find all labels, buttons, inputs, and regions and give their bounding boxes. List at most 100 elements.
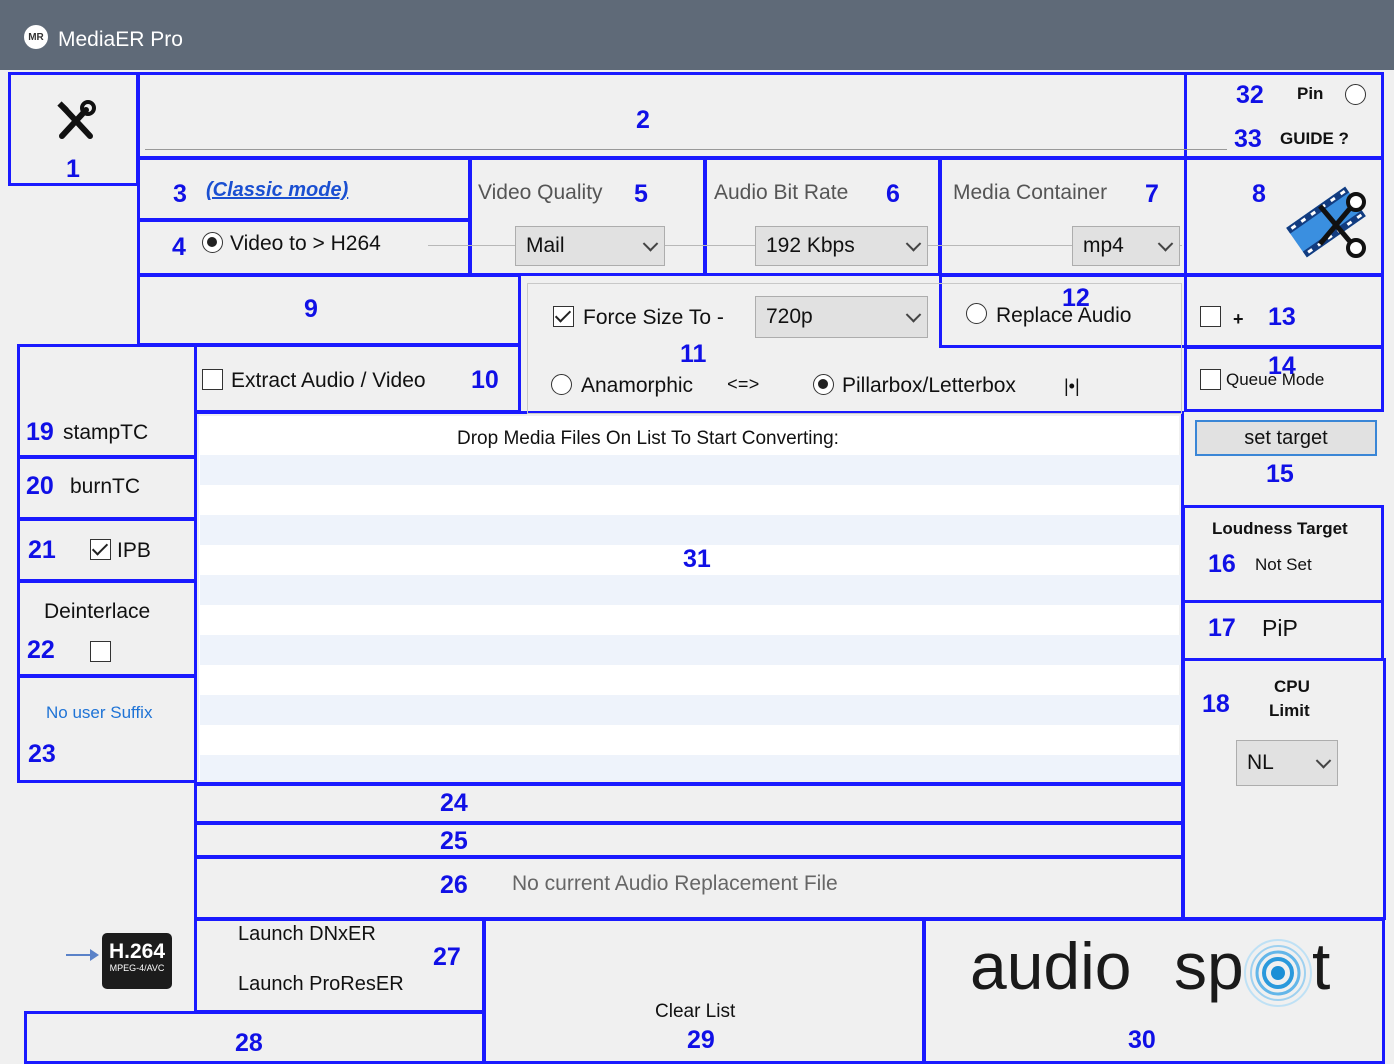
marker-7: 7 [1145, 180, 1159, 208]
force-size-select[interactable]: 720p [755, 296, 928, 338]
marker-22: 22 [27, 636, 55, 664]
loudness-value[interactable]: Not Set [1255, 556, 1312, 573]
box-25 [194, 822, 1184, 858]
window-title: MediaER Pro [58, 28, 183, 51]
marker-28: 28 [235, 1029, 263, 1057]
replace-audio-radio[interactable] [966, 303, 987, 324]
tools-icon[interactable] [54, 100, 98, 144]
launch-dnxer-button[interactable]: Launch DNxER [238, 924, 376, 944]
extract-label: Extract Audio / Video [231, 369, 426, 392]
list-stripe [200, 755, 1180, 780]
brand-text-2: sp [1174, 929, 1244, 1003]
video-quality-select[interactable]: Mail [515, 226, 665, 266]
marker-8: 8 [1252, 180, 1266, 208]
list-header: Drop Media Files On List To Start Conver… [457, 428, 839, 449]
marker-5: 5 [634, 180, 648, 208]
set-target-label: set target [1244, 426, 1328, 449]
launch-proreser-button[interactable]: Launch ProResER [238, 974, 404, 994]
h264-badge: H.264 MPEG-4/AVC [66, 933, 174, 989]
pin-label: Pin [1297, 84, 1324, 103]
extract-checkbox[interactable] [202, 369, 223, 390]
audio-spot-logo: audio sp t [930, 925, 1380, 1025]
brand-text-3: t [1312, 929, 1331, 1003]
pip-option[interactable]: PiP [1262, 617, 1298, 640]
cpu-limit-select[interactable]: NL [1236, 740, 1338, 786]
burn-tc-option[interactable]: burnTC [70, 476, 140, 497]
marker-23: 23 [28, 740, 56, 768]
marker-30: 30 [1128, 1026, 1156, 1054]
marker-20: 20 [26, 472, 54, 500]
pillarbox-label: Pillarbox/Letterbox [842, 374, 1016, 397]
marker-19: 19 [26, 418, 54, 446]
ipb-checkbox[interactable] [90, 539, 111, 560]
audio-bitrate-value: 192 Kbps [766, 234, 855, 257]
box-2 [137, 72, 1187, 159]
marker-33: 33 [1234, 125, 1262, 153]
force-size-label: Force Size To - [583, 306, 724, 329]
film-scissors-icon[interactable] [1280, 176, 1372, 268]
anamorphic-radio[interactable] [551, 374, 572, 395]
audio-bitrate-select[interactable]: 192 Kbps [755, 226, 928, 266]
media-container-label: Media Container [953, 181, 1108, 204]
video-quality-value: Mail [526, 234, 565, 257]
video-quality-label: Video Quality [478, 181, 603, 204]
chevron-down-icon [905, 307, 922, 323]
queue-mode-label: Queue Mode [1226, 370, 1325, 389]
marker-10: 10 [471, 366, 499, 394]
cpu-limit-value: NL [1247, 751, 1274, 774]
box-9 [137, 274, 521, 346]
chevron-down-icon [1315, 753, 1332, 769]
anamorphic-label: Anamorphic [581, 374, 694, 397]
cpu-label-line2: Limit [1269, 701, 1310, 720]
marker-26: 26 [440, 871, 468, 899]
list-stripe [200, 635, 1180, 665]
progress-line [145, 149, 1227, 150]
chevron-down-icon [905, 236, 922, 252]
marker-21: 21 [28, 536, 56, 564]
marker-15: 15 [1266, 460, 1294, 488]
marker-13: 13 [1268, 303, 1296, 331]
target-o-icon [1244, 939, 1312, 1007]
media-container-select[interactable]: mp4 [1072, 226, 1180, 266]
marker-9: 9 [304, 295, 318, 323]
marker-18: 18 [1202, 690, 1230, 718]
audio-bitrate-label: Audio Bit Rate [714, 181, 849, 204]
audio-replacement-status: No current Audio Replacement File [512, 872, 838, 895]
list-stripe [200, 515, 1180, 545]
pillarbox-glyph: |•| [1064, 376, 1080, 396]
chevron-down-icon [642, 236, 659, 252]
guide-link[interactable]: GUIDE ? [1280, 130, 1349, 147]
force-size-checkbox[interactable] [553, 306, 574, 327]
brand-text-1: audio [970, 929, 1132, 1003]
deinterlace-checkbox[interactable] [90, 641, 111, 662]
cpu-label-line1: CPU [1274, 677, 1310, 696]
anamorphic-glyph: <=> [727, 376, 760, 396]
set-target-button[interactable]: set target [1195, 420, 1377, 456]
marker-1: 1 [66, 155, 80, 183]
deinterlace-label: Deinterlace [44, 600, 151, 623]
h264-logo-text: H.264 [108, 940, 166, 963]
marker-6: 6 [886, 180, 900, 208]
marker-12: 12 [1062, 284, 1090, 312]
marker-16: 16 [1208, 550, 1236, 578]
clear-list-label: Clear List [655, 1001, 736, 1022]
queue-mode-checkbox[interactable] [1200, 369, 1221, 390]
list-stripe [200, 695, 1180, 725]
loudness-title: Loudness Target [1212, 519, 1348, 538]
chevron-down-icon [1157, 236, 1174, 252]
arrow-right-icon [66, 954, 92, 956]
user-suffix-label[interactable]: No user Suffix [46, 704, 152, 721]
video-h264-radio[interactable] [202, 232, 223, 253]
marker-27: 27 [433, 943, 461, 971]
plus-checkbox[interactable] [1200, 306, 1221, 327]
stamp-tc-option[interactable]: stampTC [63, 422, 148, 443]
classic-mode-link[interactable]: (Classic mode) [206, 180, 348, 200]
marker-32: 32 [1236, 81, 1264, 109]
pillarbox-radio[interactable] [813, 374, 834, 395]
pin-radio[interactable] [1345, 84, 1366, 105]
box-24 [194, 783, 1184, 824]
list-stripe [200, 455, 1180, 485]
title-bar: MR MediaER Pro [0, 0, 1394, 70]
h264-logo-subtext: MPEG-4/AVC [109, 963, 165, 973]
plus-label: + [1233, 309, 1244, 329]
